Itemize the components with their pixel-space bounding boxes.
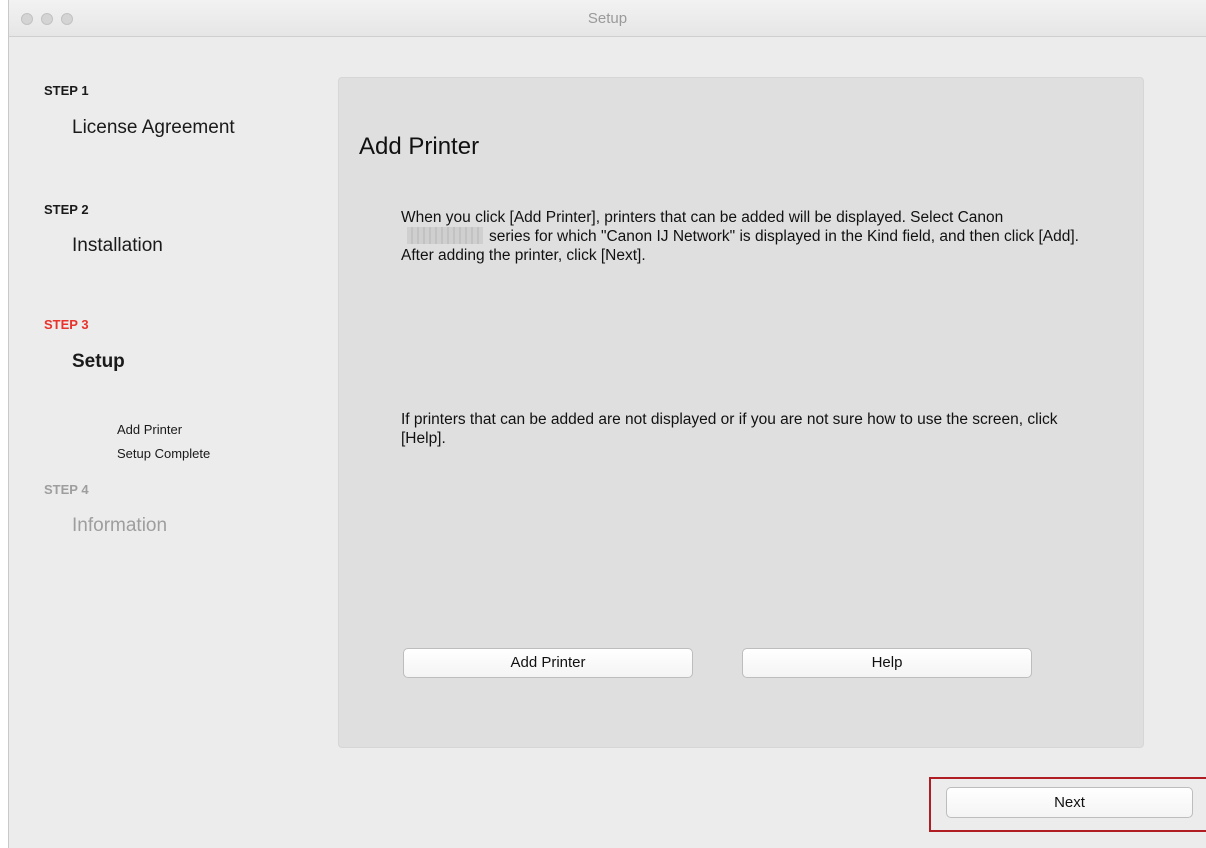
step1-name: License Agreement xyxy=(72,117,235,138)
title-bar: Setup xyxy=(9,0,1206,37)
setup-window: Setup STEP 1 License Agreement STEP 2 In… xyxy=(8,0,1206,848)
instruction-paragraph: When you click [Add Printer], printers t… xyxy=(401,208,1091,265)
page-title: Add Printer xyxy=(359,133,480,160)
content-panel: Add Printer When you click [Add Printer]… xyxy=(338,77,1144,748)
step3-name: Setup xyxy=(72,351,125,372)
step2-name: Installation xyxy=(72,235,163,256)
step2-label: STEP 2 xyxy=(44,202,89,217)
substep-setup-complete: Setup Complete xyxy=(117,446,211,461)
help-paragraph: If printers that can be added are not di… xyxy=(401,411,1058,447)
step4-label: STEP 4 xyxy=(44,482,89,497)
instruction-text-next: After adding the printer, click [Next]. xyxy=(401,247,646,264)
steps-sidebar: STEP 1 License Agreement STEP 2 Installa… xyxy=(9,37,329,737)
substep-add-printer: Add Printer xyxy=(117,422,183,437)
instruction-text-start: When you click [Add Printer], printers t… xyxy=(401,209,1004,226)
redacted-model-name xyxy=(407,227,483,244)
next-button[interactable]: Next xyxy=(946,787,1193,818)
step3-label: STEP 3 xyxy=(44,317,89,332)
add-printer-button[interactable]: Add Printer xyxy=(403,648,693,678)
help-button[interactable]: Help xyxy=(742,648,1032,678)
window-title: Setup xyxy=(587,10,628,27)
step1-label: STEP 1 xyxy=(44,83,89,98)
instruction-text-end: series for which "Canon IJ Network" is d… xyxy=(489,228,1079,245)
step4-name: Information xyxy=(72,515,168,536)
